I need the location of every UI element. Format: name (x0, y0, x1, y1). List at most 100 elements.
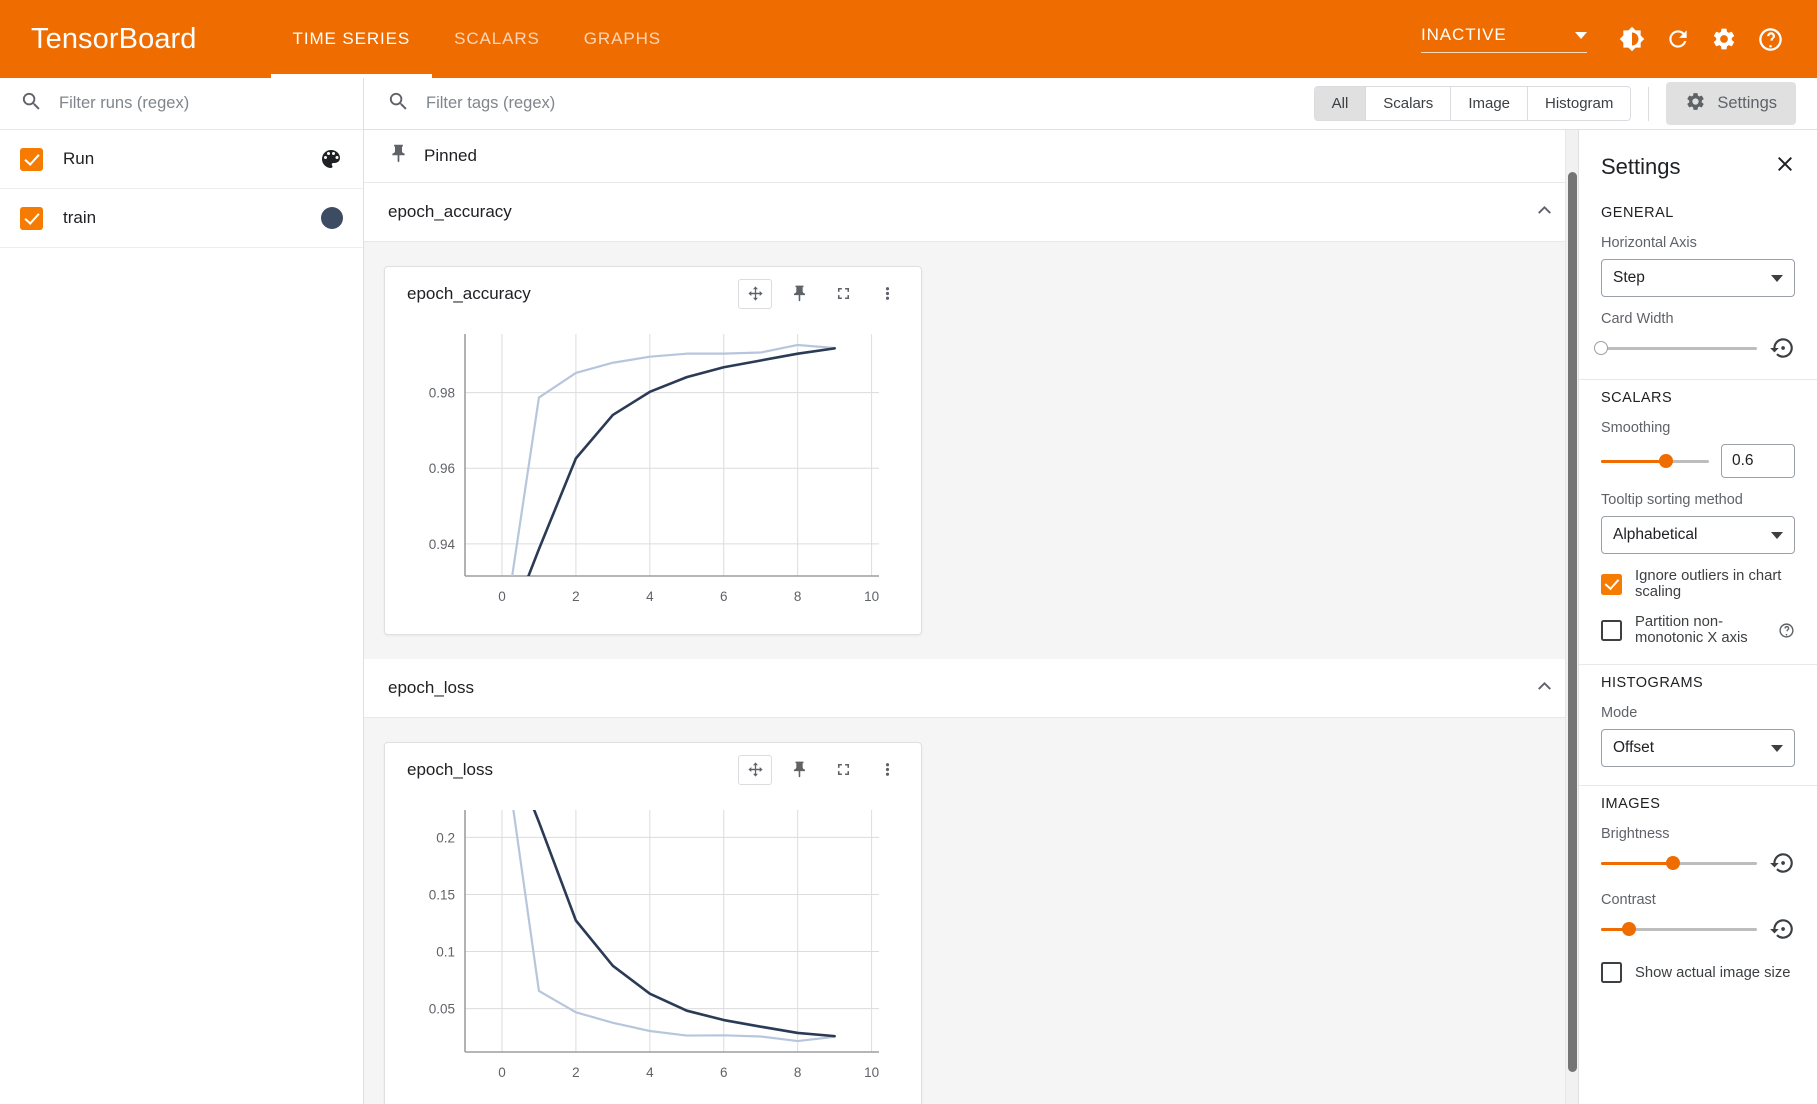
slider-knob[interactable] (1622, 922, 1637, 936)
ignore-outliers-checkbox[interactable] (1601, 573, 1622, 595)
help-icon[interactable] (1778, 622, 1795, 639)
card-width-slider[interactable] (1594, 338, 1757, 358)
partition-x-axis-checkbox[interactable] (1601, 619, 1622, 641)
filter-image-button[interactable]: Image (1450, 87, 1528, 120)
horizontal-axis-select[interactable]: Step (1601, 259, 1795, 297)
tab-graphs[interactable]: GRAPHS (562, 0, 683, 78)
run-checkbox-train[interactable] (20, 206, 43, 230)
svg-text:6: 6 (720, 1065, 728, 1080)
help-icon[interactable] (1747, 16, 1793, 62)
run-label: Run (63, 149, 95, 168)
color-dot-icon (321, 207, 343, 229)
close-icon[interactable] (1773, 152, 1797, 181)
ignore-outliers-label: Ignore outliers in chart scaling (1635, 568, 1782, 600)
card-width-reset-icon[interactable] (1769, 335, 1795, 361)
pan-tool-icon[interactable] (738, 278, 772, 309)
partition-x-axis-row[interactable]: Partition non-monotonic X axis (1601, 614, 1795, 646)
show-actual-size-checkbox[interactable] (1601, 962, 1622, 983)
pinned-section-header[interactable]: Pinned (364, 130, 1578, 183)
chart-card-title: epoch_loss (407, 759, 494, 779)
more-options-icon[interactable] (870, 279, 904, 309)
chart-card-epoch-accuracy: epoch_accuracy 0.94 0.96 0.98 0 2 4 6 8 … (384, 266, 922, 635)
brightness-icon[interactable] (1609, 16, 1655, 62)
chevron-up-icon[interactable] (1533, 674, 1556, 702)
gear-icon (1685, 91, 1706, 117)
pin-card-icon[interactable] (782, 755, 816, 785)
contrast-row (1601, 916, 1795, 942)
smoothing-value-input[interactable]: 0.6 (1721, 444, 1795, 478)
svg-text:6: 6 (720, 589, 728, 604)
chevron-down-icon (1771, 274, 1783, 282)
group-header-epoch-loss[interactable]: epoch_loss (364, 659, 1578, 718)
histogram-mode-select[interactable]: Offset (1601, 729, 1795, 767)
svg-text:0.94: 0.94 (429, 537, 456, 552)
fullscreen-icon[interactable] (826, 279, 860, 309)
palette-icon[interactable] (319, 147, 343, 171)
brightness-slider[interactable] (1601, 853, 1757, 873)
filter-tags-input[interactable] (426, 94, 826, 113)
scrollbar-thumb[interactable] (1568, 172, 1577, 1072)
svg-text:0.15: 0.15 (429, 887, 455, 902)
group-header-epoch-accuracy[interactable]: epoch_accuracy (364, 183, 1578, 242)
top-bar-actions: INACTIVE (1421, 16, 1793, 62)
group-title: epoch_loss (388, 678, 475, 697)
filter-runs-input[interactable] (59, 94, 343, 113)
brightness-label: Brightness (1601, 826, 1670, 842)
filter-runs-row (0, 78, 363, 130)
epoch-accuracy-line-chart[interactable]: 0.94 0.96 0.98 0 2 4 6 8 10 (393, 320, 893, 620)
brightness-reset-icon[interactable] (1769, 850, 1795, 876)
chevron-down-icon (1575, 31, 1587, 39)
fullscreen-icon[interactable] (826, 755, 860, 785)
settings-section-images: IMAGES Brightness Contrast Show actual i… (1579, 785, 1817, 1001)
chart-plot-epoch-loss[interactable]: 0.05 0.1 0.15 0.2 0 2 4 6 8 10 (385, 796, 921, 1104)
chevron-up-icon[interactable] (1533, 198, 1556, 226)
run-color-dot[interactable] (321, 207, 343, 229)
filter-histogram-button[interactable]: Histogram (1527, 87, 1631, 120)
group-body-epoch-loss: epoch_loss 0.05 0.1 0.15 0.2 0 2 4 6 8 1… (364, 718, 1578, 1104)
svg-text:10: 10 (864, 589, 879, 604)
svg-text:0: 0 (498, 589, 506, 604)
chart-plot-epoch-accuracy[interactable]: 0.94 0.96 0.98 0 2 4 6 8 10 (385, 320, 921, 634)
svg-text:2: 2 (572, 589, 580, 604)
content-scrollbar[interactable] (1565, 130, 1578, 1104)
tag-toolbar: All Scalars Image Histogram Settings (364, 78, 1817, 130)
pin-card-icon[interactable] (782, 279, 816, 309)
tab-time-series[interactable]: TIME SERIES (270, 0, 433, 78)
slider-track (1601, 347, 1757, 350)
contrast-reset-icon[interactable] (1769, 916, 1795, 942)
svg-text:0.2: 0.2 (436, 830, 455, 845)
slider-fill (1601, 862, 1673, 865)
chart-card-tools (738, 754, 904, 785)
run-row-run[interactable]: Run (0, 130, 363, 189)
filter-scalars-button[interactable]: Scalars (1365, 87, 1451, 120)
run-label: train (63, 208, 97, 227)
reload-status-dropdown[interactable]: INACTIVE (1421, 25, 1587, 53)
settings-gear-icon[interactable] (1701, 16, 1747, 62)
pan-tool-icon[interactable] (738, 754, 772, 785)
chart-card-header: epoch_accuracy (385, 267, 921, 320)
show-actual-size-row[interactable]: Show actual image size (1601, 962, 1795, 983)
partition-x-axis-label: Partition non-monotonic X axis (1635, 614, 1748, 646)
contrast-slider[interactable] (1601, 919, 1757, 939)
settings-section-scalars: SCALARS Smoothing 0.6 Tooltip sorting me… (1579, 379, 1817, 664)
group-title: epoch_accuracy (388, 202, 512, 221)
slider-knob[interactable] (1594, 341, 1608, 355)
epoch-loss-line-chart[interactable]: 0.05 0.1 0.15 0.2 0 2 4 6 8 10 (393, 796, 893, 1096)
slider-knob[interactable] (1658, 454, 1673, 468)
runs-sidebar: Run train (0, 78, 364, 1104)
ignore-outliers-row[interactable]: Ignore outliers in chart scaling (1601, 568, 1795, 600)
settings-toggle-button[interactable]: Settings (1666, 82, 1796, 125)
tab-scalars[interactable]: SCALARS (432, 0, 562, 78)
show-actual-size-label: Show actual image size (1635, 964, 1791, 981)
run-row-train[interactable]: train (0, 189, 363, 248)
run-checkbox-run[interactable] (20, 147, 43, 171)
chevron-down-icon (1771, 744, 1783, 752)
filter-all-button[interactable]: All (1314, 87, 1366, 120)
slider-knob[interactable] (1665, 856, 1680, 870)
more-options-icon[interactable] (870, 755, 904, 785)
dashboard-content: Pinned epoch_accuracy epoch_accuracy 0.9… (364, 130, 1578, 1104)
smoothing-slider[interactable] (1601, 451, 1709, 471)
refresh-icon[interactable] (1655, 16, 1701, 62)
tooltip-sort-select[interactable]: Alphabetical (1601, 516, 1795, 554)
nav-tabs: TIME SERIES SCALARS GRAPHS (270, 0, 683, 78)
